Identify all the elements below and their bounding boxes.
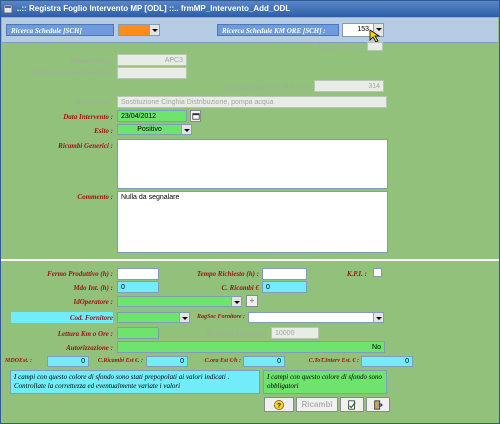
section-divider xyxy=(1,259,499,261)
calendar-icon xyxy=(191,113,200,120)
data-intervento-field[interactable]: 23/04/2012 xyxy=(117,110,187,122)
ricerca-sch-combo[interactable] xyxy=(118,24,160,36)
id-manutenzione-label: IdManutenzionePreventiva : xyxy=(30,69,113,77)
chevron-down-icon[interactable] xyxy=(181,125,191,134)
ricambi-generici-textarea[interactable] xyxy=(117,139,388,189)
c-ricambi-field[interactable]: 0 xyxy=(262,281,307,293)
mdo-est-field[interactable]: 0 xyxy=(47,356,89,367)
calendar-button[interactable] xyxy=(190,110,201,122)
c-ricambi-est-label: C.Ricambi Est €. : xyxy=(97,358,143,364)
kpi-checkbox[interactable] xyxy=(373,268,382,277)
svg-text:?: ? xyxy=(277,403,281,410)
c-ricambi-est-field[interactable]: 0 xyxy=(146,356,188,367)
chevron-down-icon[interactable] xyxy=(231,297,241,306)
c-ricambi-label: C. Ricambi € xyxy=(221,284,259,292)
window-title: ..:: Registra Foglio Intervento MP [ODL]… xyxy=(17,4,291,13)
mdo-label: Mdo Int. (h) : xyxy=(73,284,113,292)
esito-combo[interactable]: Positivo xyxy=(117,124,192,135)
save-button[interactable] xyxy=(340,397,364,412)
chevron-down-icon[interactable] xyxy=(373,313,383,322)
idoperatore-combo[interactable] xyxy=(117,296,242,307)
form-icon xyxy=(3,4,13,14)
manutenzione-field[interactable]: 314 xyxy=(314,80,384,92)
exit-door-icon xyxy=(374,400,383,410)
exit-button[interactable] xyxy=(366,397,390,412)
ragsoc-label: RagSoc Fornitore : xyxy=(196,314,245,320)
help-button[interactable]: ? xyxy=(264,397,294,412)
autorizzazione-label: Autorizzazione : xyxy=(66,344,113,352)
kpi-label: K.P.I. : xyxy=(346,270,367,278)
note-prefilled: I campi con questo colore di sfondo sono… xyxy=(10,370,260,394)
descrizione-field[interactable]: Sostituzione Cinghia Distribuzione, pomp… xyxy=(117,96,387,108)
c-ora-est-field[interactable]: 0 xyxy=(243,356,285,367)
ricerca-km-label: Ricerca Schedule KM ORE [SCH] : xyxy=(217,24,339,36)
esito-label: Esito : xyxy=(94,127,113,135)
note-required: I campi con questo colore di sfondo sono… xyxy=(263,370,387,394)
richiesta-field[interactable]: 10000 xyxy=(271,327,319,339)
esito-value: Positivo xyxy=(137,126,162,133)
commento-value: Nulla da segnalare xyxy=(121,194,180,201)
mdo-est-label: MDOEst. : xyxy=(5,358,33,364)
lettura-label: Lettura Km o Ore : xyxy=(57,330,113,338)
c-tot-est-field[interactable]: 0 xyxy=(361,356,413,367)
title-bar: ..:: Registra Foglio Intervento MP [ODL]… xyxy=(1,1,499,17)
km-value: 153 xyxy=(357,26,369,33)
commento-label: Commento : xyxy=(77,193,113,201)
ricambi-generici-label: Ricambi Generici : xyxy=(58,142,113,150)
manutenzione-label: Manutenzione Prev. Km Ore : xyxy=(224,83,311,91)
id-anagrafica-field[interactable]: APC3 xyxy=(117,54,187,66)
mdo-field[interactable]: 0 xyxy=(117,281,159,293)
save-doc-icon xyxy=(348,400,356,410)
fermo-field[interactable] xyxy=(117,268,159,280)
tempo-label: Tempo Richiesto (h) : xyxy=(196,270,259,278)
search-header: Ricerca Schedule [SCH] Ricerca Schedule … xyxy=(2,18,498,43)
ricerca-sch-label: Ricerca Schedule [SCH] xyxy=(6,24,114,36)
idoperatore-label: IdOperatore : xyxy=(73,298,113,306)
ricambi-button[interactable]: Ricambi xyxy=(296,397,338,412)
descrizione-label: Descrizione : xyxy=(75,98,113,106)
ultimo-km-label: Ultimo km Ore : xyxy=(317,43,365,51)
cursor-icon xyxy=(369,29,381,43)
autorizzazione-field[interactable]: No xyxy=(117,341,385,353)
ultimo-km-field[interactable] xyxy=(367,42,383,51)
add-operatore-button[interactable]: + xyxy=(246,295,258,307)
tempo-field[interactable] xyxy=(262,268,307,280)
chevron-down-icon[interactable] xyxy=(149,25,159,35)
commento-textarea[interactable]: Nulla da segnalare xyxy=(117,191,388,253)
lettura-field[interactable] xyxy=(117,327,159,339)
c-tot-est-label: C.ToT.Interv Est. € : xyxy=(308,358,359,364)
id-manutenzione-field[interactable] xyxy=(117,67,187,79)
c-ora-est-label: C.ora Est €/h : xyxy=(204,358,241,364)
fermo-label: Fermo Produttivo (h) : xyxy=(47,270,113,278)
ragsoc-combo[interactable] xyxy=(248,312,384,323)
cod-fornitore-combo[interactable] xyxy=(117,312,190,323)
chevron-down-icon[interactable] xyxy=(179,313,189,322)
cod-fornitore-label: Cod. Fornitore xyxy=(69,314,113,322)
question-icon: ? xyxy=(274,400,284,410)
id-anagrafica-label: IdAnagrafica : xyxy=(70,57,113,65)
data-intervento-label: Data Intervento : xyxy=(63,113,113,121)
app-window: ..:: Registra Foglio Intervento MP [ODL]… xyxy=(0,0,500,424)
richiesta-label: Richiesta Km o Ore : xyxy=(206,330,267,338)
